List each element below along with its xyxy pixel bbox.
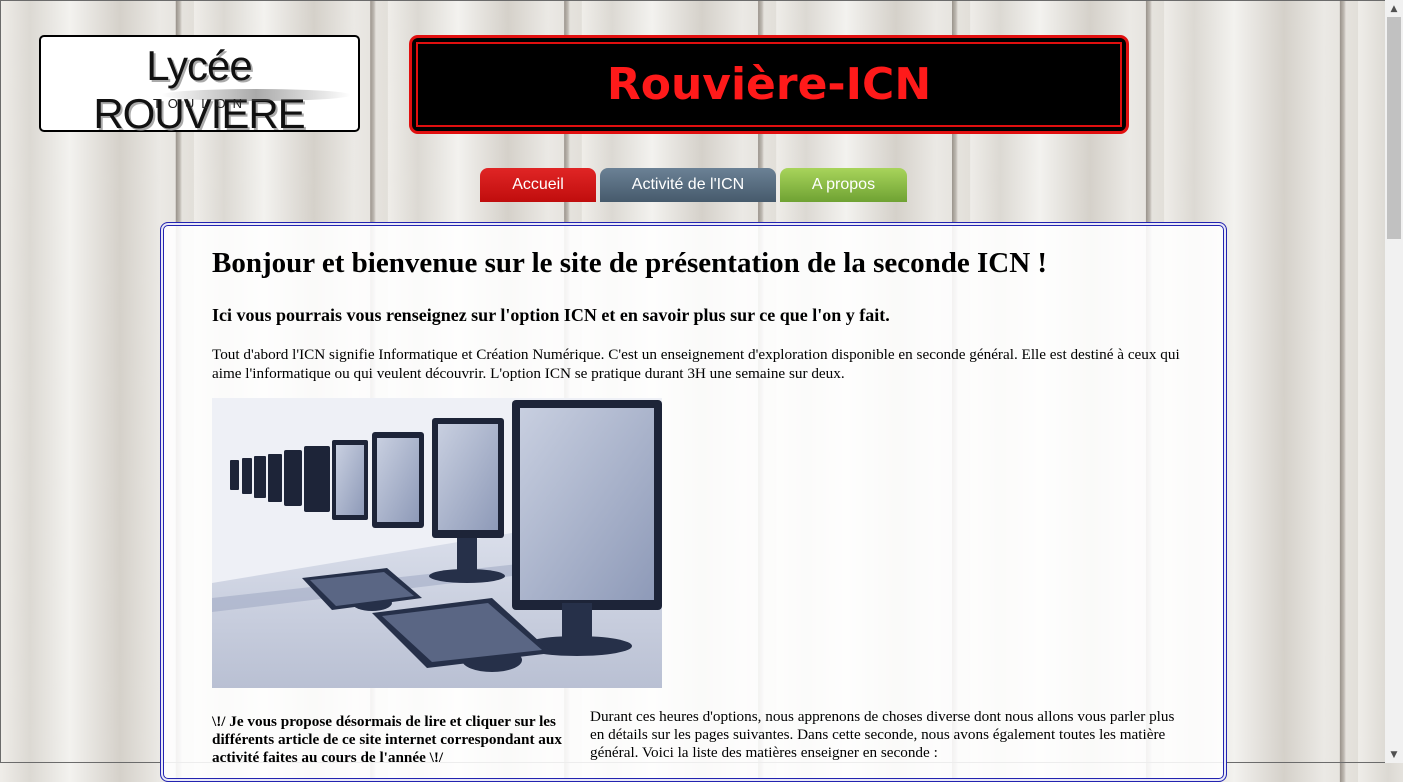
- scroll-up-arrow-icon[interactable]: ▲: [1385, 0, 1403, 17]
- nav-tab-activite[interactable]: Activité de l'ICN: [600, 168, 776, 202]
- page-heading: Bonjour et bienvenue sur le site de prés…: [212, 247, 1048, 279]
- site-title: Rouvière-ICN: [606, 59, 932, 110]
- site-title-banner: Rouvière-ICN: [409, 35, 1129, 134]
- site-title-inner: Rouvière-ICN: [416, 42, 1122, 127]
- nav-tab-a-propos[interactable]: A propos: [780, 168, 907, 202]
- computer-lab-photo-icon: [212, 398, 662, 688]
- scroll-down-arrow-icon[interactable]: ▼: [1385, 746, 1403, 763]
- body-paragraph: Durant ces heures d'options, nous appren…: [590, 708, 1175, 761]
- scroll-thumb[interactable]: [1387, 17, 1401, 239]
- vertical-scrollbar[interactable]: ▲ ▼: [1385, 0, 1403, 763]
- page-subheading: Ici vous pourrais vous renseignez sur l'…: [212, 305, 890, 325]
- computer-lab-illustration: [212, 398, 662, 688]
- school-logo[interactable]: Lycée ROUVIERE TOULON: [39, 35, 360, 137]
- note-paragraph: \!/ Je vous propose désormais de lire et…: [212, 713, 562, 766]
- logo-sub-text: TOULON: [153, 96, 249, 111]
- intro-paragraph: Tout d'abord l'ICN signifie Informatique…: [212, 346, 1180, 382]
- main-nav: Accueil Activité de l'ICN A propos: [480, 168, 907, 202]
- nav-tab-accueil[interactable]: Accueil: [480, 168, 596, 202]
